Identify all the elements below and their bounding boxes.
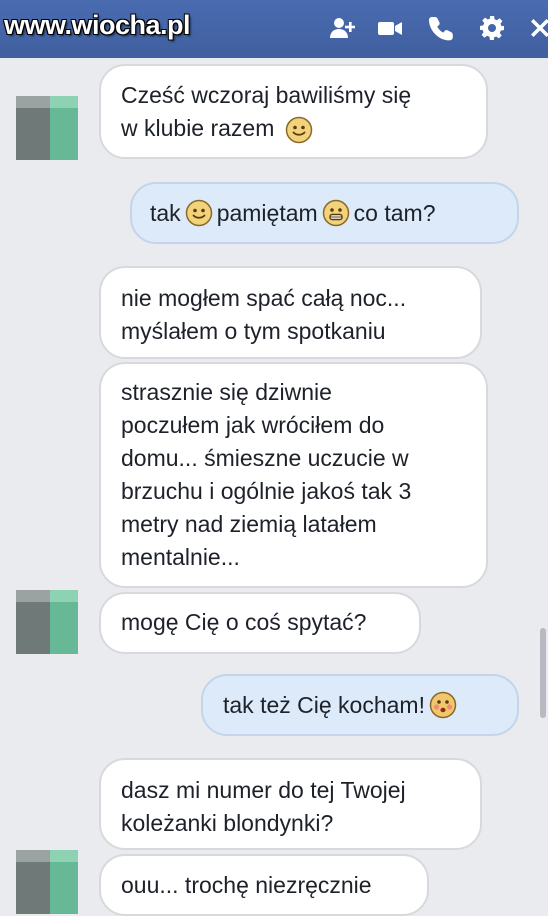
message-text: w klubie razem bbox=[121, 115, 275, 141]
avatar[interactable] bbox=[16, 96, 78, 160]
message-line: Cześć wczoraj bawiliśmy się bbox=[121, 82, 412, 108]
message-incoming: ouu... trochę niezręcznie bbox=[99, 854, 429, 916]
message-text: pamiętam bbox=[216, 199, 318, 226]
gear-icon[interactable] bbox=[478, 14, 506, 42]
grin-emoji-icon bbox=[322, 199, 350, 227]
message-outgoing: tak też Cię kocham! bbox=[201, 674, 519, 736]
message-line: myślałem o tym spotkaniu bbox=[121, 318, 386, 344]
message-line: domu... śmieszne uczucie w bbox=[121, 445, 409, 471]
message-incoming: dasz mi numer do tej Twojej koleżanki bl… bbox=[99, 758, 482, 850]
avatar[interactable] bbox=[16, 850, 78, 914]
message-outgoing: tak pamiętam co tam? bbox=[130, 182, 519, 244]
message-incoming: nie mogłem spać całą noc... myślałem o t… bbox=[99, 266, 482, 359]
message-incoming: strasznie się dziwnie poczułem jak wróci… bbox=[99, 362, 488, 588]
message-line: w klubie razem bbox=[121, 112, 466, 145]
message-line: strasznie się dziwnie bbox=[121, 379, 332, 405]
message-line: ouu... trochę niezręcznie bbox=[121, 872, 372, 898]
watermark: www.wiocha.pl bbox=[4, 10, 191, 40]
message-text: tak bbox=[150, 199, 181, 226]
avatar[interactable] bbox=[16, 590, 78, 654]
message-line: dasz mi numer do tej Twojej bbox=[121, 777, 406, 803]
message-incoming: Cześć wczoraj bawiliśmy się w klubie raz… bbox=[99, 64, 488, 159]
message-line: koleżanki blondynki? bbox=[121, 810, 334, 836]
smile-emoji-icon bbox=[185, 199, 213, 227]
smile-emoji-icon bbox=[285, 116, 313, 144]
close-icon[interactable] bbox=[526, 14, 548, 42]
video-camera-icon[interactable] bbox=[376, 14, 404, 42]
message-line: nie mogłem spać całą noc... bbox=[121, 285, 407, 311]
message-line: brzuchu i ogólnie jakoś tak 3 bbox=[121, 478, 412, 504]
phone-icon[interactable] bbox=[428, 14, 456, 42]
message-text: co tam? bbox=[353, 199, 436, 226]
message-incoming: mogę Cię o coś spytać? bbox=[99, 592, 421, 654]
message-text: tak też Cię kocham! bbox=[223, 691, 425, 718]
message-line: mentalnie... bbox=[121, 544, 240, 570]
chat-header: www.wiocha.pl bbox=[0, 0, 548, 58]
message-line: poczułem jak wróciłem do bbox=[121, 412, 385, 438]
scrollbar[interactable] bbox=[540, 628, 546, 718]
blushing-emoji-icon bbox=[429, 691, 457, 719]
message-line: mogę Cię o coś spytać? bbox=[121, 609, 367, 635]
message-line: metry nad ziemią latałem bbox=[121, 511, 377, 537]
add-person-icon[interactable] bbox=[328, 14, 356, 42]
